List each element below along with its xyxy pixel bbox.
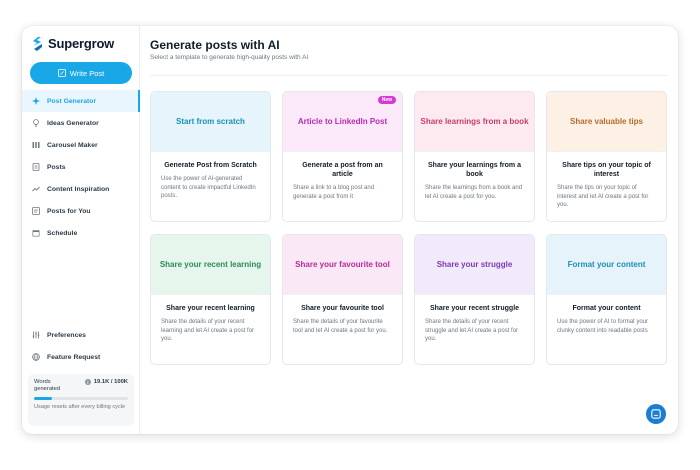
card-heading: Share your favourite tool — [301, 305, 384, 312]
card-description: Share the details of your recent struggl… — [425, 319, 519, 342]
sliders-icon — [32, 331, 40, 339]
card-banner-title: Share your struggle — [436, 260, 513, 269]
sidebar-item-preferences[interactable]: Preferences — [22, 324, 140, 346]
sidebar-item-feature-request[interactable]: Feature Request — [22, 346, 140, 368]
main-content: Generate posts with AI Select a template… — [150, 26, 670, 434]
sidebar-item-posts[interactable]: Posts — [22, 156, 140, 178]
page-title: Generate posts with AI — [150, 38, 280, 52]
usage-label: Words generated — [34, 379, 61, 392]
card-heading: Share tips on your topic of interest — [562, 162, 651, 178]
write-post-button[interactable]: Write Post — [30, 62, 132, 84]
sidebar-item-carousel-maker[interactable]: Carousel Maker — [22, 134, 140, 156]
card-heading: Generate a post from an article — [302, 162, 383, 178]
usage-value: 19.1K / 100K — [93, 379, 128, 385]
template-card-share-your-struggle[interactable]: Share your struggle Share your recent st… — [414, 234, 535, 365]
sidebar-nav: Post Generator Ideas Generator Carousel … — [22, 90, 140, 244]
card-banner: Share learnings from a book — [415, 92, 534, 152]
usage-progress-bar — [34, 397, 128, 400]
chat-button[interactable] — [646, 404, 666, 424]
trend-icon — [32, 185, 40, 193]
card-banner: Format your content — [547, 235, 666, 295]
card-banner: Share valuable tips — [547, 92, 666, 152]
template-card-article-to-linkedin-post[interactable]: Article to LinkedIn Post New Generate a p… — [282, 91, 403, 222]
sidebar-item-label: Posts — [47, 163, 66, 171]
card-description: Share the details of your favourite tool… — [293, 319, 388, 334]
sidebar-item-post-generator[interactable]: Post Generator — [22, 90, 140, 112]
card-banner: Start from scratch — [151, 92, 270, 152]
globe-icon — [32, 353, 40, 361]
info-icon[interactable]: i — [84, 379, 91, 385]
card-banner-title: Article to LinkedIn Post — [297, 117, 388, 126]
card-description: Share the learnings from a book and let … — [425, 185, 523, 200]
card-description: Share the tips on your topic of interest… — [557, 185, 649, 208]
card-heading: Share your recent learning — [166, 305, 255, 312]
card-banner-title: Start from scratch — [176, 117, 245, 126]
sidebar-item-label: Preferences — [47, 331, 86, 339]
card-banner-title: Share your recent learning — [159, 260, 262, 269]
template-card-share-your-recent-learning[interactable]: Share your recent learning Share your re… — [150, 234, 271, 365]
template-card-start-from-scratch[interactable]: Start from scratch Generate Post from Sc… — [150, 91, 271, 222]
template-card-share-valuable-tips[interactable]: Share valuable tips Share tips on your t… — [546, 91, 667, 222]
card-description: Share a link to a blog post and generate… — [293, 185, 375, 200]
app-window: Supergrow Write Post Post Generator Idea… — [22, 26, 678, 434]
sidebar-item-content-inspiration[interactable]: Content Inspiration — [22, 178, 140, 200]
sidebar-item-posts-for-you[interactable]: Posts for You — [22, 200, 140, 222]
divider — [150, 75, 667, 76]
write-post-label: Write Post — [69, 68, 105, 78]
usage-note: Usage resets after every billing cycle — [34, 404, 126, 410]
card-description: Share the details of your recent learnin… — [161, 319, 255, 342]
card-banner-title: Format your content — [567, 260, 646, 269]
card-banner: Share your favourite tool — [283, 235, 402, 295]
sidebar-item-schedule[interactable]: Schedule — [22, 222, 140, 244]
sidebar-item-label: Schedule — [47, 229, 78, 237]
calendar-icon — [32, 229, 40, 237]
card-description: Use the power of AI to format your clunk… — [557, 319, 649, 334]
sidebar-bottom-nav: Preferences Feature Request — [22, 324, 140, 368]
edit-icon — [57, 69, 66, 77]
sidebar: Supergrow Write Post Post Generator Idea… — [22, 26, 140, 434]
lightbulb-icon — [32, 119, 40, 127]
template-card-format-your-content[interactable]: Format your content Format your content U… — [546, 234, 667, 365]
card-heading: Format your content — [572, 305, 641, 312]
sidebar-item-label: Post Generator — [47, 97, 97, 105]
card-banner-title: Share valuable tips — [570, 117, 643, 126]
template-card-share-your-favourite-tool[interactable]: Share your favourite tool Share your fav… — [282, 234, 403, 365]
columns-icon — [32, 141, 40, 149]
card-description: Use the power of AI-generated content to… — [161, 176, 256, 199]
card-heading: Share your recent struggle — [429, 305, 520, 312]
logo[interactable]: Supergrow — [32, 36, 114, 51]
sparkle-icon — [32, 97, 40, 105]
card-banner: Share your struggle — [415, 235, 534, 295]
sidebar-item-label: Carousel Maker — [47, 141, 98, 149]
sidebar-item-label: Posts for You — [47, 207, 91, 215]
posts-icon — [32, 207, 40, 215]
document-icon — [32, 163, 40, 171]
page-subtitle: Select a template to generate high-quali… — [150, 54, 309, 61]
card-banner-title: Share learnings from a book — [420, 117, 529, 126]
supergrow-logo-icon — [33, 36, 42, 51]
card-banner: Article to LinkedIn Post New — [283, 92, 402, 152]
card-banner-title: Share your favourite tool — [295, 260, 390, 269]
app-name: Supergrow — [48, 36, 115, 51]
sidebar-item-ideas-generator[interactable]: Ideas Generator — [22, 112, 140, 134]
sidebar-item-label: Ideas Generator — [47, 119, 99, 127]
new-badge: New — [377, 96, 396, 104]
card-heading: Generate Post from Scratch — [164, 162, 257, 169]
sidebar-item-label: Feature Request — [47, 353, 101, 361]
usage-progress-fill — [34, 397, 52, 400]
sidebar-item-label: Content Inspiration — [47, 185, 110, 193]
usage-card: Words generated i 19.1K / 100K Usage res… — [28, 374, 134, 426]
card-heading: Share your learnings from a book — [428, 162, 521, 178]
template-card-share-learnings-from-a-book[interactable]: Share learnings from a book Share your l… — [414, 91, 535, 222]
chat-icon — [651, 409, 661, 419]
card-banner: Share your recent learning — [151, 235, 270, 295]
